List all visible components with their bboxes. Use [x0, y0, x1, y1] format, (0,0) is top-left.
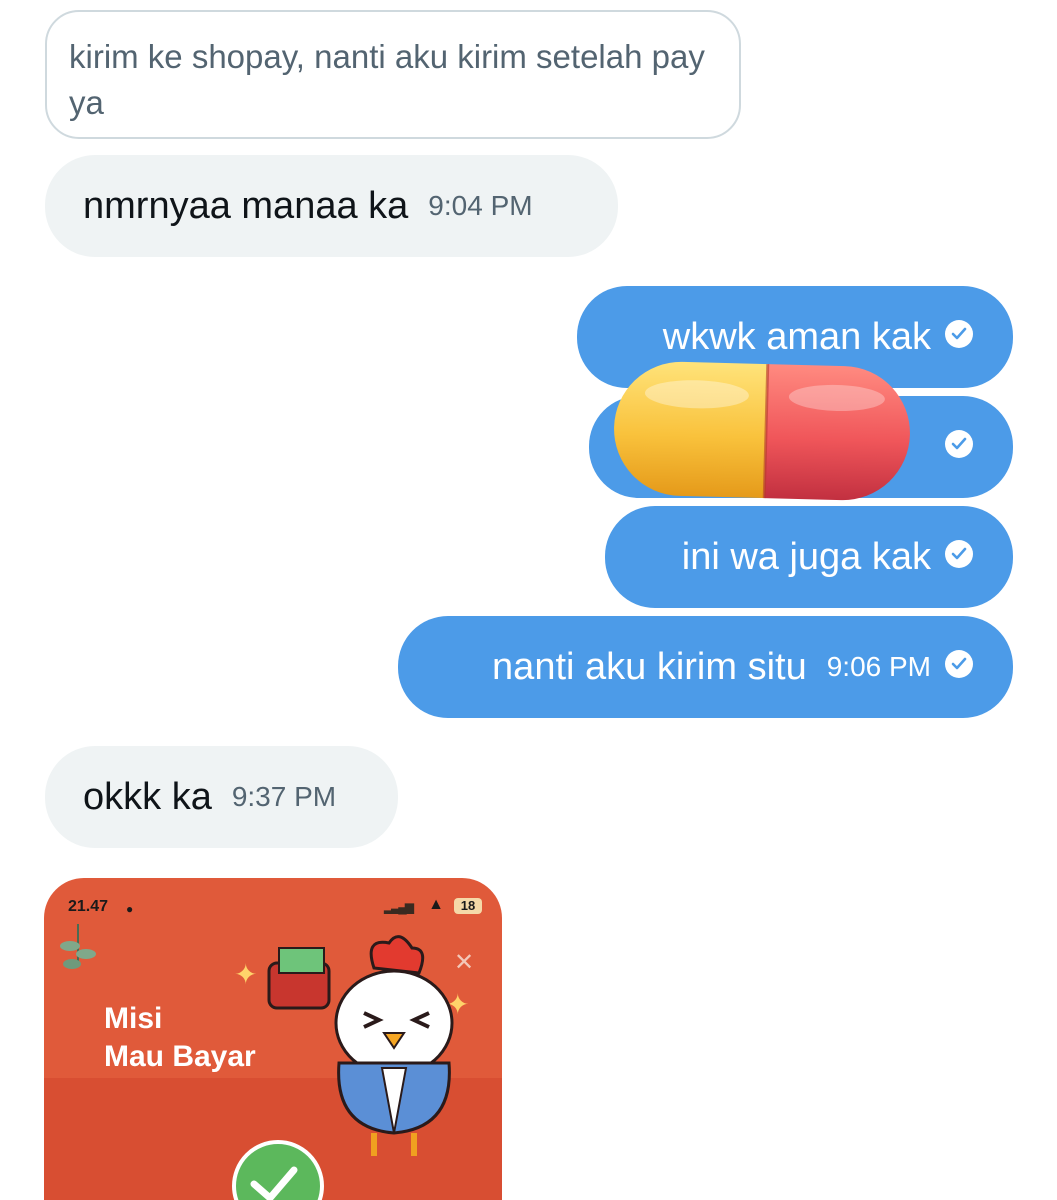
battery-icon: 18 [454, 898, 482, 914]
status-clock: 21.47 [68, 898, 109, 915]
message-time: 9:04 PM [428, 190, 533, 221]
chicken-mascot [264, 928, 464, 1168]
check-circle-icon [945, 540, 973, 568]
signal-icon: ▂▃▄▆ [383, 900, 414, 914]
wifi-icon: ▲ [428, 896, 444, 913]
message-text: nmrnyaa manaa ka [83, 184, 409, 227]
message-time: 9:06 PM [826, 651, 931, 682]
check-circle-icon [945, 320, 973, 348]
message-text: ini wa juga kak [681, 535, 931, 578]
sparkle-icon: ✦ [234, 959, 258, 990]
mission-title: Misi Mau Bayar [104, 1002, 256, 1073]
message-text: nanti aku kirim situ [492, 645, 807, 688]
message-time: 9:37 PM [231, 781, 337, 812]
message-text: wkwk aman kak [662, 315, 931, 358]
check-circle-icon [945, 430, 973, 458]
message-text: okkk ka [83, 775, 212, 818]
media-attachment[interactable]: 21.47 ● ▂▃▄▆ ▲ 18 Misi Mau Bayar ✦ ✦ ✕ [44, 878, 502, 1200]
plant-decoration [58, 924, 98, 984]
pill-emoji-icon [606, 356, 918, 506]
quoted-message[interactable]: kirim ke shopay, nanti aku kirim setelah… [45, 10, 741, 139]
message-incoming-1[interactable]: nmrnyaa manaa ka 9:04 PM [45, 155, 618, 257]
message-incoming-2[interactable]: okkk ka 9:37 PM [45, 746, 398, 848]
quoted-message-text: kirim ke shopay, nanti aku kirim setelah… [69, 38, 705, 121]
message-outgoing-4[interactable]: nanti aku kirim situ 9:06 PM [398, 616, 1013, 718]
check-circle-icon [945, 650, 973, 678]
message-outgoing-3[interactable]: ini wa juga kak [605, 506, 1013, 608]
person-icon: ● [126, 902, 134, 916]
